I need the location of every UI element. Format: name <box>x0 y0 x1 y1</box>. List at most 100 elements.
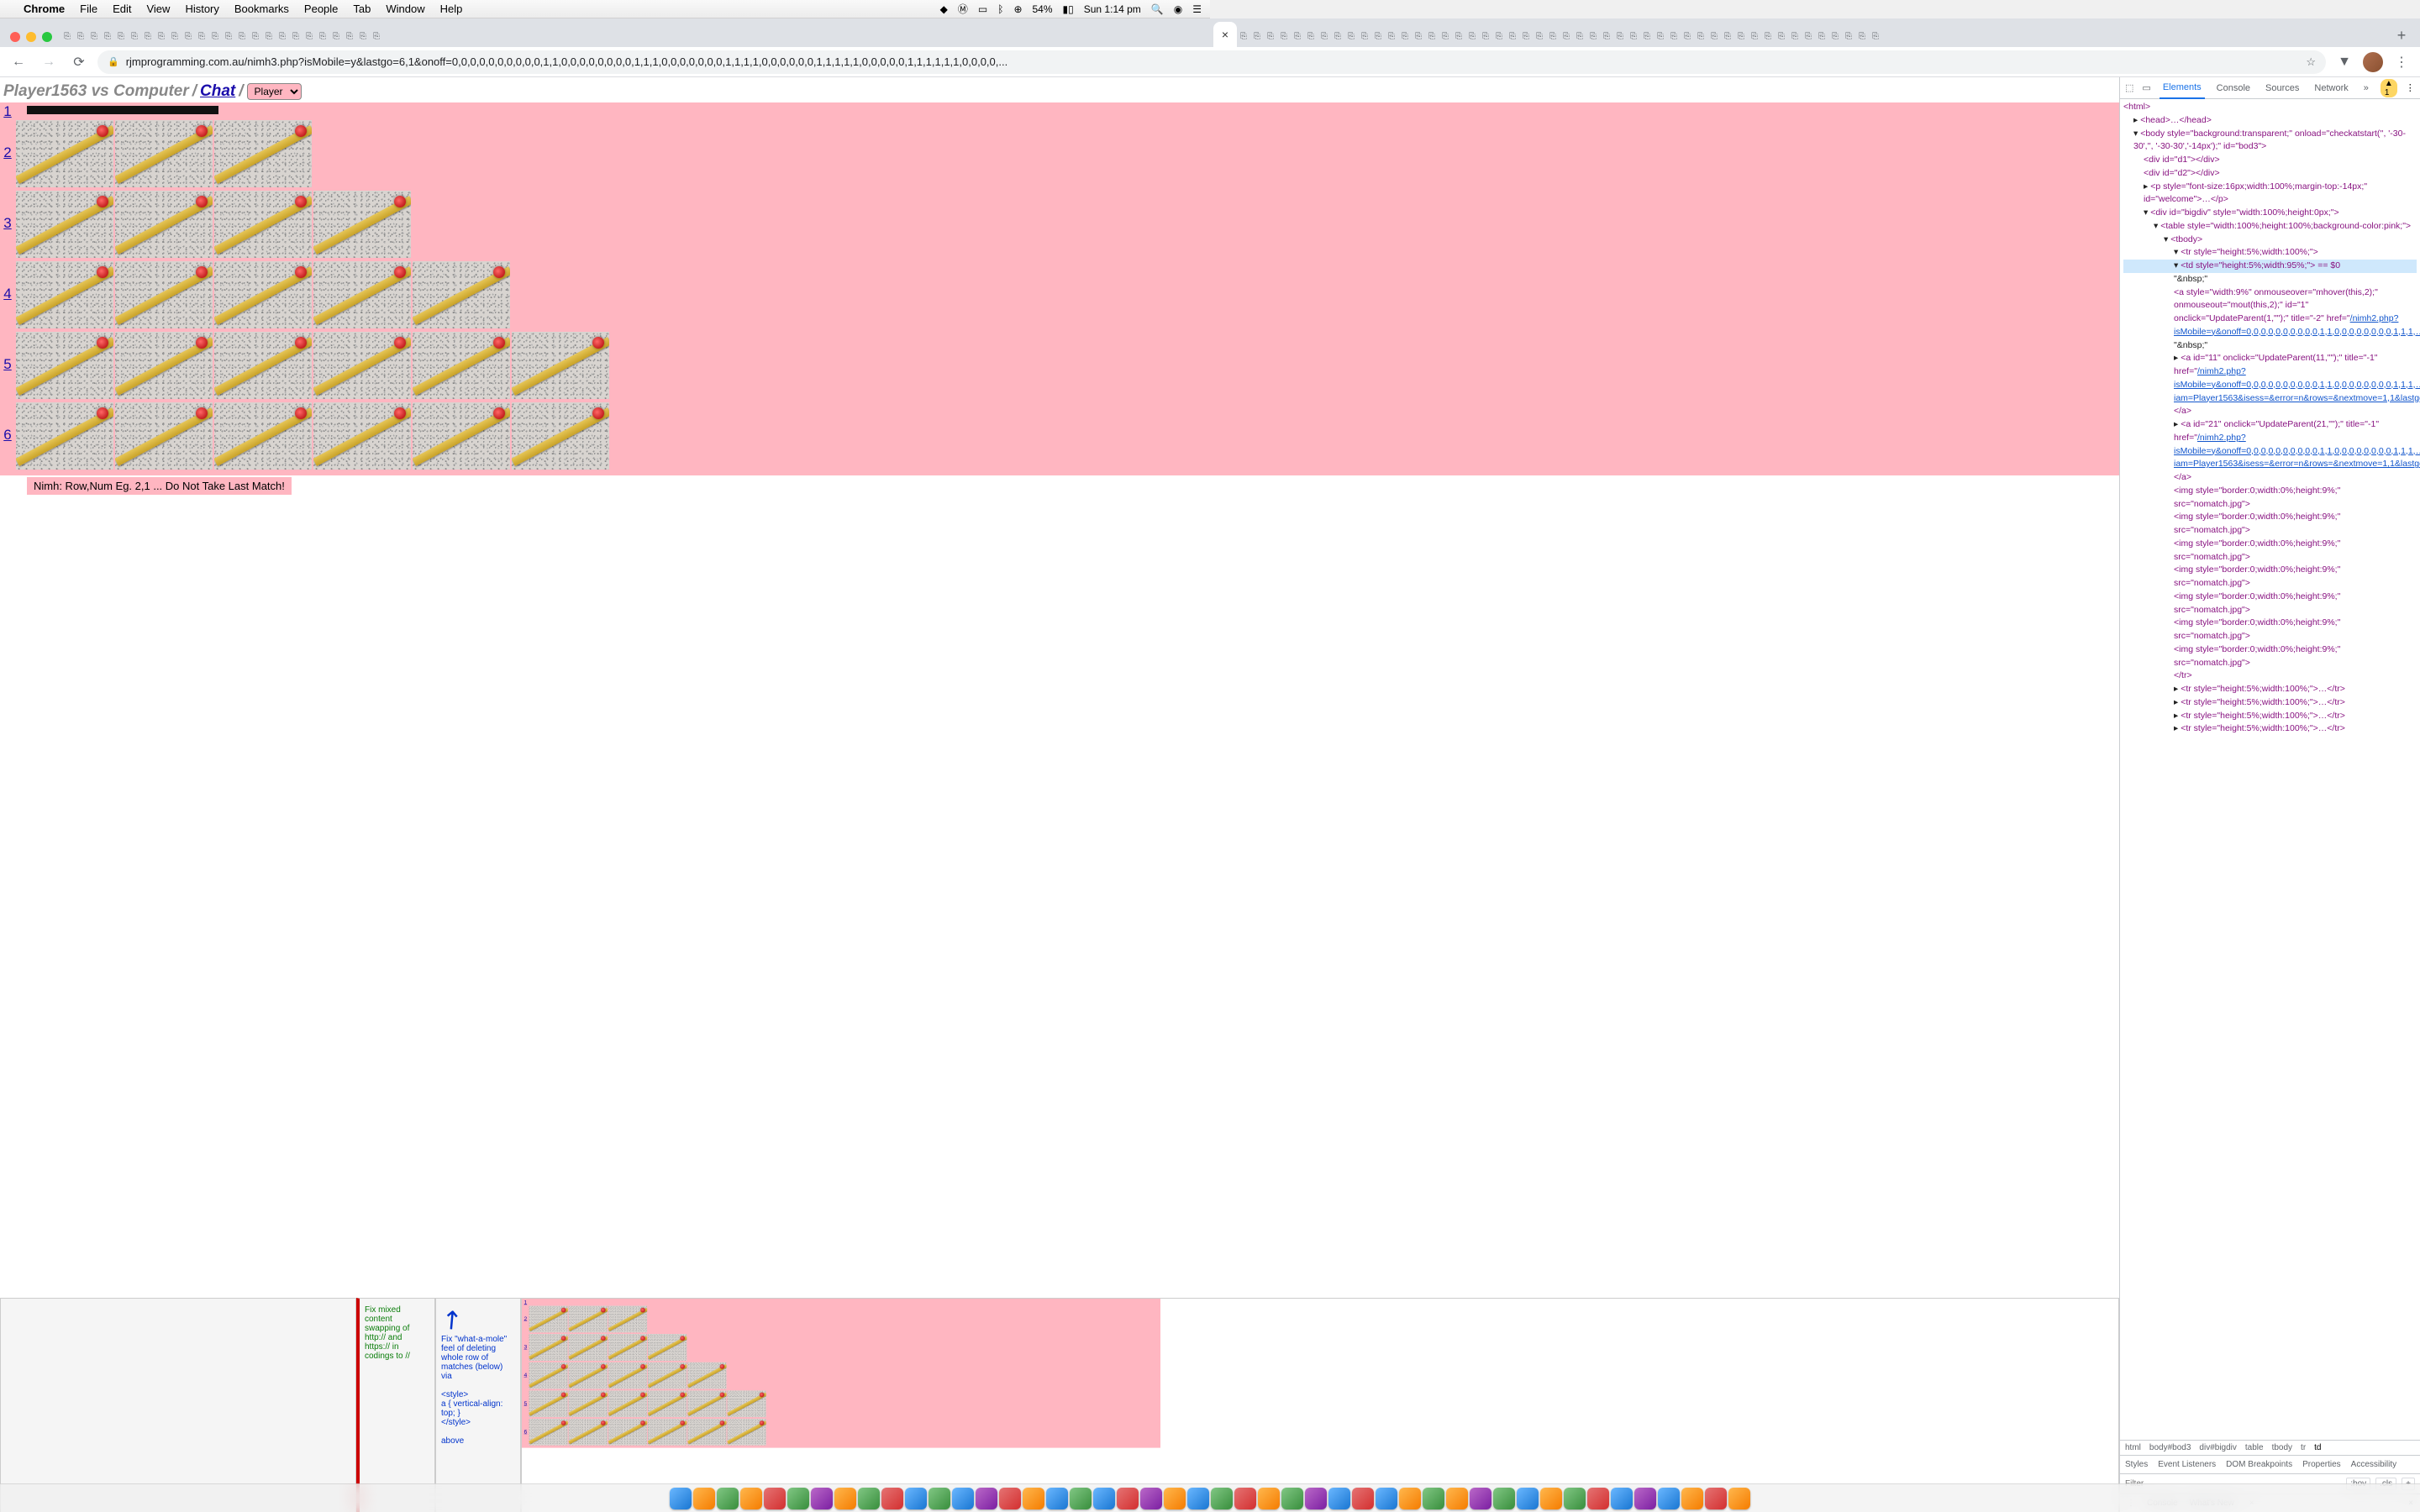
dock-app-icon[interactable] <box>881 1488 903 1509</box>
dom-node[interactable]: <img style="border:0;width:0%;height:9%;… <box>2174 564 2340 588</box>
match-stick[interactable] <box>114 190 213 259</box>
background-tab[interactable]: ⎘ <box>1465 25 1479 47</box>
match-stick[interactable] <box>608 1334 647 1362</box>
match-stick[interactable] <box>568 1418 608 1446</box>
background-tab[interactable]: ⎘ <box>1855 25 1869 47</box>
match-stick[interactable] <box>687 1390 727 1418</box>
profile-avatar[interactable] <box>2363 52 2383 72</box>
dock-app-icon[interactable] <box>1493 1488 1515 1509</box>
match-stick[interactable] <box>313 331 412 400</box>
background-tab[interactable]: ⎘ <box>74 25 87 47</box>
dock-app-icon[interactable] <box>1470 1488 1491 1509</box>
dock-app-icon[interactable] <box>1681 1488 1703 1509</box>
match-stick[interactable] <box>648 1390 687 1418</box>
background-tab[interactable]: ⎘ <box>1452 25 1465 47</box>
background-tab[interactable]: ⎘ <box>1613 25 1627 47</box>
dock-app-icon[interactable] <box>811 1488 833 1509</box>
dock-app-icon[interactable] <box>1540 1488 1562 1509</box>
dom-node[interactable]: <tbody> <box>2170 234 2202 244</box>
row-number-link[interactable]: 3 <box>2 190 13 257</box>
background-tab[interactable]: ⎘ <box>1828 25 1842 47</box>
dock-app-icon[interactable] <box>1517 1488 1539 1509</box>
background-tab[interactable]: ⎘ <box>1277 25 1291 47</box>
dock-app-icon[interactable] <box>740 1488 762 1509</box>
match-stick[interactable] <box>412 402 511 470</box>
background-tab[interactable]: ⎘ <box>356 25 370 47</box>
dock-app-icon[interactable] <box>670 1488 692 1509</box>
row-number-link[interactable]: 4 <box>523 1362 529 1389</box>
background-tab[interactable]: ⎘ <box>1546 25 1560 47</box>
background-tab[interactable]: ⎘ <box>1815 25 1828 47</box>
dock-app-icon[interactable] <box>999 1488 1021 1509</box>
dom-text[interactable]: "&nbsp;" <box>2123 339 2417 353</box>
dock-app-icon[interactable] <box>1423 1488 1444 1509</box>
clock[interactable]: Sun 1:14 pm <box>1084 3 1141 15</box>
background-tab[interactable]: ⎘ <box>316 25 329 47</box>
player-select[interactable]: Player <box>247 83 302 100</box>
match-stick[interactable] <box>412 260 511 329</box>
background-tab[interactable]: ⎘ <box>128 25 141 47</box>
dock-app-icon[interactable] <box>1140 1488 1162 1509</box>
background-tab[interactable]: ⎘ <box>1385 25 1398 47</box>
dock-app-icon[interactable] <box>1376 1488 1397 1509</box>
background-tab[interactable]: ⎘ <box>343 25 356 47</box>
match-stick[interactable] <box>568 1362 608 1389</box>
match-stick[interactable] <box>313 190 412 259</box>
dom-node[interactable]: <p style="font-size:16px;width:100%;marg… <box>2144 181 2367 205</box>
reload-button[interactable]: ⟳ <box>67 50 91 74</box>
back-button[interactable]: ← <box>7 50 30 74</box>
chrome-menu-icon[interactable]: ⋮ <box>2390 50 2413 74</box>
background-tab[interactable]: ⎘ <box>1748 25 1761 47</box>
match-stick[interactable] <box>213 331 313 400</box>
background-tab[interactable]: ⎘ <box>141 25 155 47</box>
tab-accessibility[interactable]: Accessibility <box>2351 1460 2396 1469</box>
match-stick[interactable] <box>114 260 213 329</box>
tab-elements[interactable]: Elements <box>2160 77 2205 99</box>
match-stick[interactable] <box>648 1362 687 1389</box>
devtools-menu-icon[interactable]: ⋮ <box>2406 82 2415 93</box>
row-number-link[interactable]: 6 <box>523 1418 529 1445</box>
crumb[interactable]: tbody <box>2272 1443 2292 1452</box>
tab-console[interactable]: Console <box>2213 78 2254 98</box>
match-stick[interactable] <box>213 260 313 329</box>
match-stick[interactable] <box>313 402 412 470</box>
background-tab[interactable]: ⎘ <box>302 25 316 47</box>
dock-app-icon[interactable] <box>1211 1488 1233 1509</box>
background-tab[interactable]: ⎘ <box>1869 25 1882 47</box>
crumb[interactable]: div#bigdiv <box>2199 1443 2236 1452</box>
background-tab[interactable]: ⎘ <box>370 25 383 47</box>
background-tab[interactable]: ⎘ <box>289 25 302 47</box>
dock-app-icon[interactable] <box>1093 1488 1115 1509</box>
wifi-icon[interactable]: ⊕ <box>1013 3 1022 15</box>
dock-app-icon[interactable] <box>1023 1488 1044 1509</box>
background-tab[interactable]: ⎘ <box>1707 25 1721 47</box>
match-stick[interactable] <box>15 402 114 470</box>
dock-app-icon[interactable] <box>1046 1488 1068 1509</box>
match-stick[interactable] <box>568 1334 608 1362</box>
background-tab[interactable]: ⎘ <box>1291 25 1304 47</box>
tab-event-listeners[interactable]: Event Listeners <box>2158 1460 2216 1469</box>
background-tab[interactable]: ⎘ <box>1318 25 1331 47</box>
tab-dom-breakpoints[interactable]: DOM Breakpoints <box>2226 1460 2292 1469</box>
match-stick[interactable] <box>15 190 114 259</box>
dock-app-icon[interactable] <box>1352 1488 1374 1509</box>
background-tab[interactable]: ⎘ <box>222 25 235 47</box>
crumb[interactable]: body#bod3 <box>2149 1443 2191 1452</box>
background-tab[interactable]: ⎘ <box>1721 25 1734 47</box>
match-stick[interactable] <box>648 1418 687 1446</box>
background-tab[interactable]: ⎘ <box>1237 25 1250 47</box>
background-tab[interactable]: ⎘ <box>1681 25 1694 47</box>
tab-network[interactable]: Network <box>2311 78 2351 98</box>
bookmark-star-icon[interactable]: ☆ <box>2306 55 2316 69</box>
match-stick[interactable] <box>15 331 114 400</box>
match-stick[interactable] <box>608 1418 647 1446</box>
match-stick[interactable] <box>608 1390 647 1418</box>
address-bar[interactable]: 🔒 rjmprogramming.com.au/nimh3.php?isMobi… <box>97 50 2326 74</box>
dom-node[interactable]: <tr style="height:5%;width:100%;">…</tr> <box>2181 723 2345 733</box>
menu-bookmarks[interactable]: Bookmarks <box>234 3 289 15</box>
dom-link[interactable]: /nimh2.php?isMobile=y&onoff=0,0,0,0,0,0,… <box>2174 366 2420 403</box>
match-stick[interactable] <box>648 1334 687 1362</box>
dom-node[interactable]: <tr style="height:5%;width:100%;">…</tr> <box>2181 711 2345 721</box>
dom-node[interactable]: <img style="border:0;width:0%;height:9%;… <box>2174 512 2340 535</box>
match-stick[interactable] <box>687 1362 727 1389</box>
